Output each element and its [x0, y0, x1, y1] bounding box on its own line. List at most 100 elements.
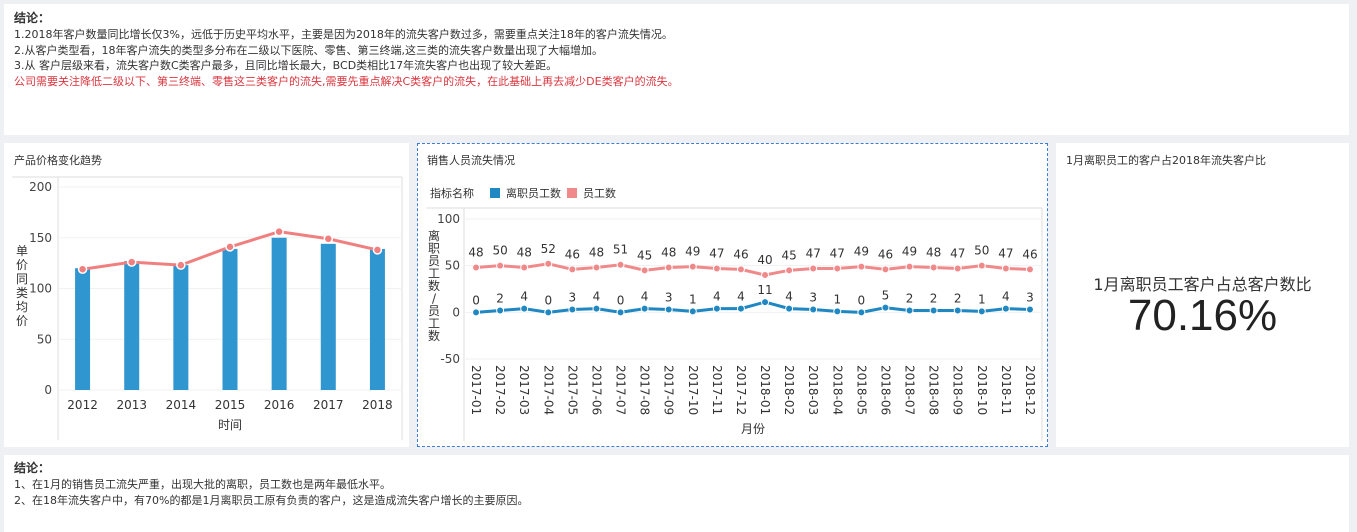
data-label: 4 — [641, 290, 649, 304]
data-label: 46 — [878, 247, 893, 261]
data-label: 4 — [1002, 290, 1010, 304]
bar — [271, 237, 287, 390]
bar — [320, 243, 336, 390]
y-tick-label: 100 — [29, 282, 52, 296]
conclusion-line-1: 1、在1月的销售员工流失严重，出现大批的离职，员工数也是两年最低水平。 — [14, 478, 391, 491]
x-tick-label: 2017-09 — [662, 365, 676, 415]
line-point — [929, 306, 938, 315]
x-tick-label: 2017-10 — [686, 365, 700, 415]
conclusion-line-2: 2、在18年流失客户中，有70%的都是1月离职员工原有负责的客户，这是造成流失客… — [14, 493, 529, 507]
line-point — [977, 261, 986, 270]
line-point — [126, 257, 137, 267]
data-label: 48 — [589, 246, 604, 260]
line-point — [472, 263, 481, 272]
line-point — [905, 262, 914, 271]
data-label: 47 — [806, 246, 821, 260]
sales-staff-churn-chart: -50050100离职员工数/员工数0 2 4 0 3 4 0 4 3 1 4 4 11 4 3 1 0 5 2 2 2… — [426, 207, 1043, 441]
line-point — [544, 308, 553, 317]
line-point — [176, 260, 186, 270]
x-tick-label: 2018-01 — [758, 365, 772, 415]
data-label: 47 — [830, 246, 845, 260]
x-tick-label: 2017-02 — [493, 365, 507, 415]
line-point — [496, 261, 505, 270]
line-point — [520, 263, 529, 272]
bar — [222, 248, 238, 390]
bar — [173, 265, 189, 390]
line-point — [785, 266, 794, 275]
data-label: 47 — [998, 246, 1013, 260]
data-label: 50 — [974, 244, 989, 258]
data-label: 49 — [902, 245, 917, 259]
x-tick-label: 2018-04 — [830, 365, 844, 415]
x-tick-label: 2018-02 — [782, 365, 796, 415]
x-tick-label: 2018-05 — [854, 365, 868, 415]
line-point — [544, 259, 553, 268]
y-axis-label-char: 单 — [16, 244, 28, 258]
data-label: 0 — [858, 293, 866, 307]
bar — [369, 248, 385, 390]
x-tick-label: 2016 — [264, 398, 295, 412]
x-tick-label: 2017-03 — [517, 365, 531, 415]
x-tick-label: 2018-12 — [1023, 365, 1037, 415]
y-axis-label-char: 价 — [16, 258, 28, 272]
line-point — [616, 308, 625, 317]
data-label: 52 — [541, 242, 556, 256]
y-tick-label: 100 — [437, 212, 460, 226]
data-label: 2 — [930, 291, 938, 305]
line-point — [736, 304, 745, 313]
x-tick-label: 2018-09 — [951, 365, 965, 415]
kpi-panel: 1月离职员工的客户占2018年流失客户比 1月离职员工客户占总客户数比 70.1… — [1056, 143, 1349, 447]
line-point — [1001, 264, 1010, 273]
line-point — [323, 234, 334, 244]
y-axis-label: 单价同类均价 — [16, 244, 28, 328]
line-point — [712, 304, 721, 313]
line-series — [475, 300, 1031, 314]
y-axis-label-char: 数 — [428, 328, 440, 343]
data-label: 3 — [1026, 291, 1034, 305]
data-label: 47 — [709, 246, 724, 260]
line-point — [592, 304, 601, 313]
kpi-value: 70.16% — [1127, 291, 1278, 340]
line-point — [1025, 265, 1034, 274]
x-tick-label: 2018-08 — [927, 365, 941, 415]
line-point — [1025, 305, 1034, 314]
line-point — [496, 306, 505, 315]
data-label: 1 — [978, 292, 986, 306]
line-point — [761, 298, 770, 307]
data-label: 48 — [926, 246, 941, 260]
data-label: 49 — [854, 245, 869, 259]
x-tick-label: 2014 — [166, 398, 197, 412]
x-tick-label: 2018-10 — [975, 365, 989, 415]
y-tick-label: 50 — [37, 332, 52, 346]
data-label: 45 — [781, 248, 796, 262]
sales-staff-churn-chart-panel: 销售人员流失情况 指标名称 离职员工数 员工数 -50 0 50 100 离职员工数 / 员… — [417, 143, 1048, 447]
y-axis-label-char: 均 — [16, 300, 28, 314]
x-tick-label: 2017-08 — [638, 365, 652, 415]
y-tick-label: -50 — [440, 352, 460, 366]
x-tick-label: 2018-11 — [999, 365, 1013, 415]
data-label: 3 — [665, 291, 673, 305]
data-label: 5 — [882, 289, 890, 303]
kpi-panel-title: 1月离职员工的客户占2018年流失客户比 — [1066, 154, 1266, 167]
conclusion-highlight: 公司需要关注降低二级以下、第三终端、零售这三类客户的流失,需要先重点解决C类客户… — [14, 74, 679, 88]
line-point — [225, 242, 235, 252]
data-label: 47 — [950, 246, 965, 260]
line-point — [640, 304, 649, 313]
bottom-conclusion-panel: 结论： 1、在1月的销售员工流失严重，出现大批的离职，员工数也是两年最低水平。 … — [4, 455, 1349, 532]
x-tick-label: 2017-11 — [710, 365, 724, 415]
price-trend-chart-panel: 产品价格变化趋势 0 50 100 150 200 单价同类均价 2012 2013 2014 2… — [4, 143, 409, 447]
data-label: 46 — [565, 247, 580, 261]
line-point — [77, 264, 88, 274]
conclusion-title: 结论： — [14, 11, 51, 25]
line-point — [809, 305, 818, 314]
line-point — [785, 304, 794, 313]
x-tick-label: 2012 — [67, 398, 98, 412]
line-point — [664, 305, 673, 314]
conclusion-title: 结论： — [14, 461, 51, 475]
y-axis-label-char: 价 — [16, 314, 28, 328]
conclusion-line-2: 2.从客户类型看，18年客户流失的类型多分布在二级以下医院、零售、第三终端,这三… — [14, 43, 603, 57]
conclusion-line-1: 1.2018年客户数量同比增长仅3%，远低于历史平均水平，主要是因为2018年的… — [14, 28, 673, 41]
line-point — [833, 307, 842, 316]
line-point — [616, 260, 625, 269]
data-label: 40 — [757, 253, 772, 267]
